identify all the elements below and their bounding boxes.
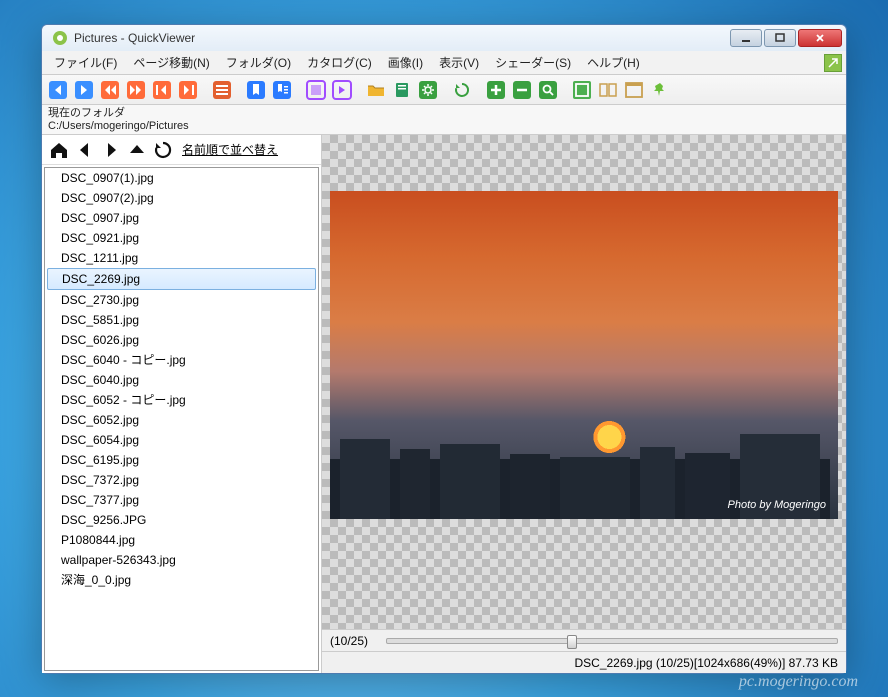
menu-page[interactable]: ページ移動(N)	[125, 52, 217, 73]
path-row: 現在のフォルダ C:/Users/mogeringo/Pictures	[42, 105, 846, 135]
settings-icon[interactable]	[416, 78, 440, 102]
slider-thumb[interactable]	[567, 635, 577, 649]
file-item[interactable]: DSC_0921.jpg	[45, 228, 318, 248]
file-item[interactable]: DSC_6054.jpg	[45, 430, 318, 450]
menu-view[interactable]: 表示(V)	[431, 52, 487, 73]
home-icon[interactable]	[48, 139, 70, 161]
file-item[interactable]: DSC_1211.jpg	[45, 248, 318, 268]
file-item[interactable]: DSC_0907(2).jpg	[45, 188, 318, 208]
viewer-area: Photo by Mogeringo (10/25) DSC_2269.jpg …	[322, 135, 846, 673]
path-value: C:/Users/mogeringo/Pictures	[48, 120, 840, 133]
folder-nav-row: 名前順で並べ替え	[42, 135, 321, 165]
watermark: pc.mogeringo.com	[739, 673, 858, 691]
file-item[interactable]: DSC_0907(1).jpg	[45, 168, 318, 188]
minimize-button[interactable]	[730, 29, 762, 47]
close-button[interactable]	[798, 29, 842, 47]
app-icon	[52, 30, 68, 46]
list-toggle-icon[interactable]	[210, 78, 234, 102]
file-item[interactable]: DSC_6040 - コピー.jpg	[45, 350, 318, 370]
nav-prev-icon[interactable]	[46, 78, 70, 102]
file-item[interactable]: DSC_7372.jpg	[45, 470, 318, 490]
sidebar: 名前順で並べ替え DSC_0907(1).jpgDSC_0907(2).jpgD…	[42, 135, 322, 673]
status-bar: DSC_2269.jpg (10/25)[1024x686(49%)] 87.7…	[322, 651, 846, 673]
menu-shader[interactable]: シェーダー(S)	[487, 52, 579, 73]
fullscreen-icon[interactable]	[622, 78, 646, 102]
view-mode-b-icon[interactable]	[330, 78, 354, 102]
launch-icon[interactable]	[824, 54, 842, 72]
sort-link[interactable]: 名前順で並べ替え	[182, 141, 278, 158]
titlebar[interactable]: Pictures - QuickViewer	[42, 25, 846, 51]
maximize-button[interactable]	[764, 29, 796, 47]
nav-next-icon[interactable]	[72, 78, 96, 102]
file-item[interactable]: DSC_7377.jpg	[45, 490, 318, 510]
fast-back-icon[interactable]	[98, 78, 122, 102]
file-list[interactable]: DSC_0907(1).jpgDSC_0907(2).jpgDSC_0907.j…	[44, 167, 319, 671]
window-title: Pictures - QuickViewer	[74, 31, 730, 45]
dual-page-icon[interactable]	[596, 78, 620, 102]
view-mode-a-icon[interactable]	[304, 78, 328, 102]
slider-row: (10/25)	[322, 629, 846, 651]
file-item[interactable]: DSC_2730.jpg	[45, 290, 318, 310]
menu-catalog[interactable]: カタログ(C)	[299, 52, 380, 73]
forward-icon[interactable]	[100, 139, 122, 161]
status-text: DSC_2269.jpg (10/25)[1024x686(49%)] 87.7…	[574, 656, 838, 670]
file-item[interactable]: DSC_6052 - コピー.jpg	[45, 390, 318, 410]
menu-folder[interactable]: フォルダ(O)	[218, 52, 299, 73]
file-item[interactable]: 深海_0_0.jpg	[45, 570, 318, 590]
file-item[interactable]: wallpaper-526343.jpg	[45, 550, 318, 570]
last-icon[interactable]	[176, 78, 200, 102]
pin-icon[interactable]	[648, 78, 672, 102]
photo-credit: Photo by Mogeringo	[728, 499, 826, 511]
menu-help[interactable]: ヘルプ(H)	[579, 52, 648, 73]
first-icon[interactable]	[150, 78, 174, 102]
file-item[interactable]: DSC_9256.JPG	[45, 510, 318, 530]
menubar: ファイル(F) ページ移動(N) フォルダ(O) カタログ(C) 画像(I) 表…	[42, 51, 846, 75]
image-canvas[interactable]: Photo by Mogeringo	[322, 135, 846, 629]
menu-file[interactable]: ファイル(F)	[46, 52, 125, 73]
folder-open-icon[interactable]	[364, 78, 388, 102]
fit-window-icon[interactable]	[570, 78, 594, 102]
zoom-in-icon[interactable]	[484, 78, 508, 102]
page-slider[interactable]	[386, 638, 838, 644]
back-icon[interactable]	[74, 139, 96, 161]
toolbar	[42, 75, 846, 105]
path-label: 現在のフォルダ	[48, 107, 840, 120]
app-window: Pictures - QuickViewer ファイル(F) ページ移動(N) …	[41, 24, 847, 674]
up-icon[interactable]	[126, 139, 148, 161]
file-item[interactable]: DSC_6040.jpg	[45, 370, 318, 390]
file-item[interactable]: DSC_2269.jpg	[47, 268, 316, 290]
fast-fwd-icon[interactable]	[124, 78, 148, 102]
zoom-out-icon[interactable]	[510, 78, 534, 102]
refresh-icon[interactable]	[152, 139, 174, 161]
menu-image[interactable]: 画像(I)	[380, 52, 431, 73]
search-icon[interactable]	[536, 78, 560, 102]
file-item[interactable]: DSC_5851.jpg	[45, 310, 318, 330]
image-preview: Photo by Mogeringo	[330, 191, 838, 519]
file-item[interactable]: P1080844.jpg	[45, 530, 318, 550]
bookmark-list-icon[interactable]	[270, 78, 294, 102]
bookmark-add-icon[interactable]	[244, 78, 268, 102]
file-item[interactable]: DSC_6052.jpg	[45, 410, 318, 430]
rotate-icon[interactable]	[450, 78, 474, 102]
file-item[interactable]: DSC_6195.jpg	[45, 450, 318, 470]
file-item[interactable]: DSC_0907.jpg	[45, 208, 318, 228]
file-item[interactable]: DSC_6026.jpg	[45, 330, 318, 350]
slider-label: (10/25)	[330, 634, 380, 648]
book-icon[interactable]	[390, 78, 414, 102]
